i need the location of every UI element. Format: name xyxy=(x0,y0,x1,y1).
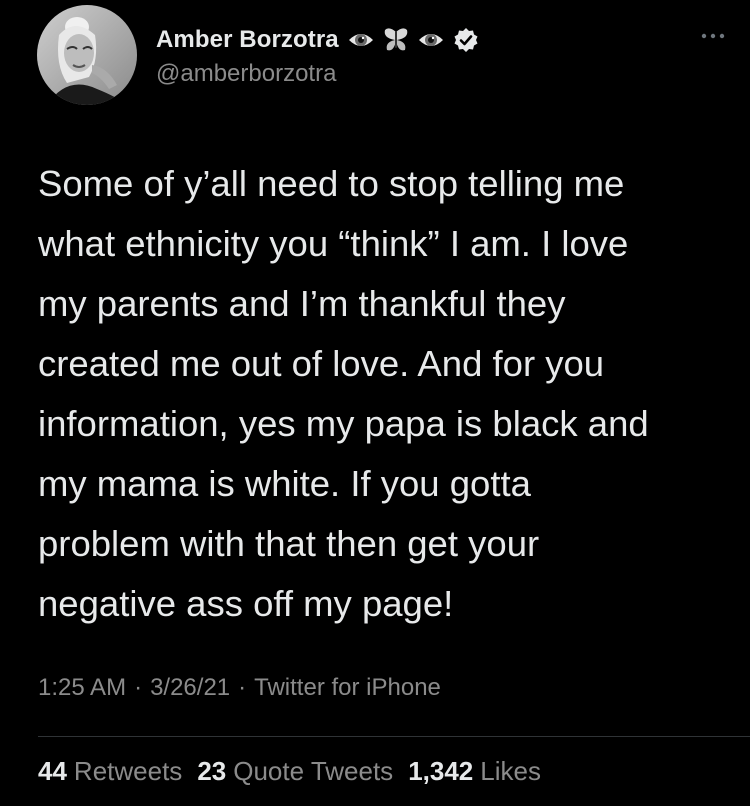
likes-stat[interactable]: 1,342 Likes xyxy=(408,756,541,787)
quote-tweets-label: Quote Tweets xyxy=(233,756,394,786)
tweet-text: Some of y’all need to stop telling me wh… xyxy=(38,163,649,624)
retweets-count: 44 xyxy=(38,756,67,786)
retweets-label: Retweets xyxy=(73,756,183,786)
tweet-source[interactable]: Twitter for iPhone xyxy=(254,674,441,702)
likes-count: 1,342 xyxy=(408,756,474,786)
more-options-icon[interactable] xyxy=(698,28,728,44)
tweet-stats: 44 Retweets 23 Quote Tweets 1,342 Likes xyxy=(38,756,556,787)
author-name-row: Amber Borzotra xyxy=(156,22,479,58)
tweet-metadata: 1:25 AM · 3/26/21 · Twitter for iPhone xyxy=(38,674,441,702)
butterfly-emoji-icon xyxy=(383,26,409,54)
likes-label: Likes xyxy=(480,756,541,786)
author-handle[interactable]: @amberborzotra xyxy=(156,60,336,88)
separator-dot: · xyxy=(134,674,143,701)
avatar-image xyxy=(37,5,137,105)
tweet-date[interactable]: 3/26/21 xyxy=(150,674,230,702)
eye-emoji-icon xyxy=(417,26,445,54)
avatar[interactable] xyxy=(37,5,137,105)
author-display-name[interactable]: Amber Borzotra xyxy=(156,26,339,54)
quote-tweets-count: 23 xyxy=(197,756,227,786)
eye-emoji-icon xyxy=(347,26,375,54)
divider xyxy=(38,736,750,737)
tweet-time[interactable]: 1:25 AM xyxy=(38,674,126,702)
retweets-stat[interactable]: 44 Retweets xyxy=(38,756,182,787)
quote-tweets-stat[interactable]: 23 Quote Tweets xyxy=(197,756,393,787)
separator-dot: · xyxy=(238,674,247,701)
verified-badge-icon xyxy=(453,27,479,53)
